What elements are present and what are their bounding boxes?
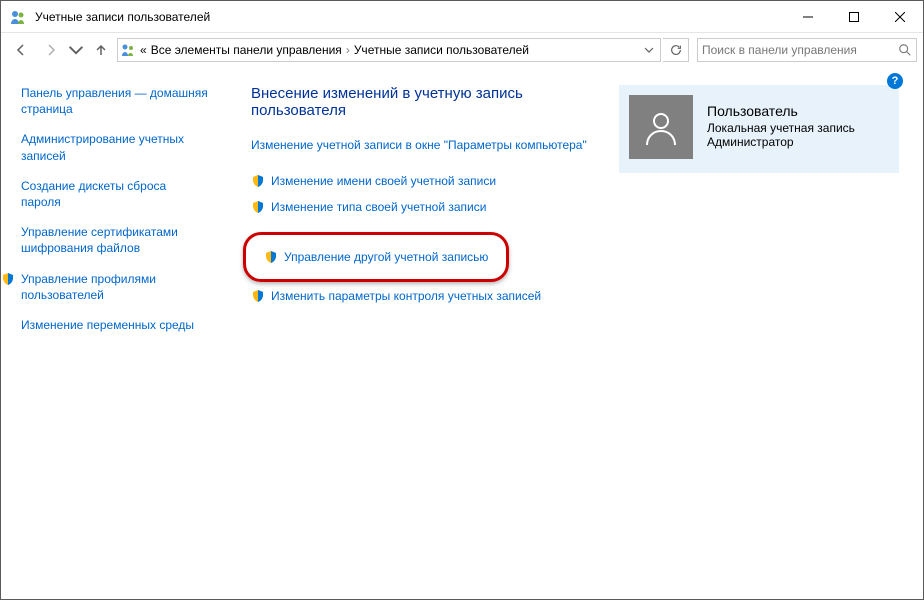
sidebar: Панель управления — домашняя страница Ад… xyxy=(1,67,221,601)
back-button[interactable] xyxy=(7,36,35,64)
task-change-uac-settings[interactable]: Изменить параметры контроля учетных запи… xyxy=(251,288,603,304)
main-content: Внесение изменений в учетную запись поль… xyxy=(221,67,923,601)
search-icon xyxy=(898,43,912,57)
window-title: Учетные записи пользователей xyxy=(35,10,210,24)
shield-icon xyxy=(251,200,265,214)
breadcrumb-parent[interactable]: Все элементы панели управления xyxy=(151,43,342,57)
window-controls xyxy=(785,1,923,33)
task-label: Управление другой учетной записью xyxy=(284,249,488,265)
recent-locations-button[interactable] xyxy=(67,36,85,64)
sidebar-item-home[interactable]: Панель управления — домашняя страница xyxy=(21,85,209,117)
sidebar-item-admin-accounts[interactable]: Администрирование учетных записей xyxy=(21,131,209,163)
shield-icon xyxy=(264,250,278,264)
task-label: Изменить параметры контроля учетных запи… xyxy=(271,288,541,304)
users-icon xyxy=(9,8,27,26)
sidebar-item-password-reset-disk[interactable]: Создание дискеты сброса пароля xyxy=(21,178,209,210)
task-change-account-name[interactable]: Изменение имени своей учетной записи xyxy=(251,173,603,189)
forward-button[interactable] xyxy=(37,36,65,64)
up-button[interactable] xyxy=(87,36,115,64)
address-bar[interactable]: « Все элементы панели управления › Учетн… xyxy=(117,38,661,62)
task-label: Изменение типа своей учетной записи xyxy=(271,199,486,215)
title-bar: Учетные записи пользователей xyxy=(1,1,923,33)
sidebar-item-encryption-certs[interactable]: Управление сертификатами шифрования файл… xyxy=(21,224,209,256)
page-heading: Внесение изменений в учетную запись поль… xyxy=(251,85,603,119)
users-icon xyxy=(120,42,136,58)
sidebar-item-user-profiles[interactable]: Управление профилями пользователей xyxy=(1,271,209,303)
address-dropdown[interactable] xyxy=(640,45,658,55)
breadcrumb-current[interactable]: Учетные записи пользователей xyxy=(354,43,529,57)
task-label: Изменение имени своей учетной записи xyxy=(271,173,496,189)
sidebar-item-env-vars[interactable]: Изменение переменных среды xyxy=(21,317,209,333)
task-manage-another-account[interactable]: Управление другой учетной записью xyxy=(264,249,488,265)
user-name: Пользователь xyxy=(707,103,855,119)
close-button[interactable] xyxy=(877,1,923,33)
help-button[interactable]: ? xyxy=(887,73,903,89)
minimize-button[interactable] xyxy=(785,1,831,33)
highlighted-callout: Управление другой учетной записью xyxy=(243,232,509,282)
user-account-type: Локальная учетная запись xyxy=(707,121,855,135)
current-user-card: Пользователь Локальная учетная запись Ад… xyxy=(619,85,899,173)
sidebar-item-label: Управление профилями пользователей xyxy=(21,271,209,303)
shield-icon xyxy=(251,174,265,188)
chevron-right-icon[interactable]: › xyxy=(346,43,350,57)
user-info: Пользователь Локальная учетная запись Ад… xyxy=(707,95,855,149)
shield-icon xyxy=(1,272,15,286)
refresh-button[interactable] xyxy=(663,38,689,62)
task-change-account-settings[interactable]: Изменение учетной записи в окне "Парамет… xyxy=(251,137,603,153)
maximize-button[interactable] xyxy=(831,1,877,33)
breadcrumb-prefix: « xyxy=(140,43,147,57)
shield-icon xyxy=(251,289,265,303)
avatar xyxy=(629,95,693,159)
search-placeholder: Поиск в панели управления xyxy=(702,43,857,57)
task-change-account-type[interactable]: Изменение типа своей учетной записи xyxy=(251,199,603,215)
search-input[interactable]: Поиск в панели управления xyxy=(697,38,917,62)
task-label: Изменение учетной записи в окне "Парамет… xyxy=(251,137,587,153)
navigation-bar: « Все элементы панели управления › Учетн… xyxy=(1,33,923,67)
user-role: Администратор xyxy=(707,135,855,149)
